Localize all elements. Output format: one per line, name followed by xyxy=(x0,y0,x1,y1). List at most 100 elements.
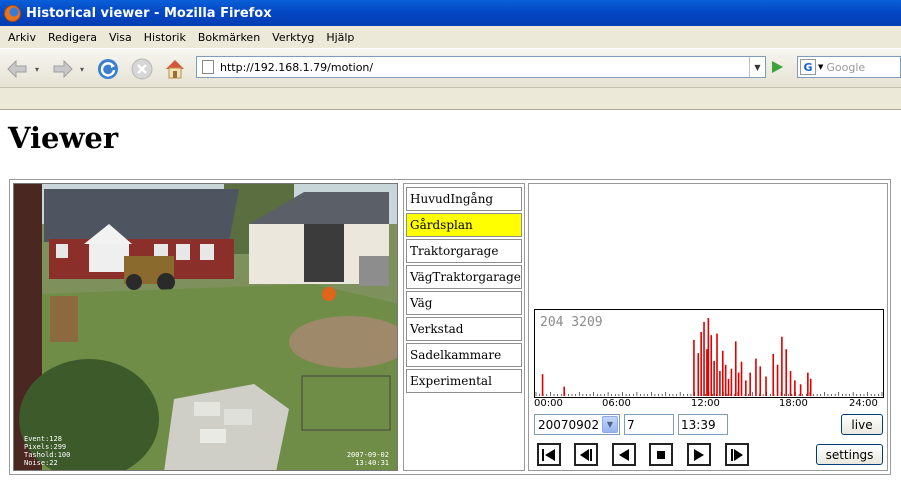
camera-item-huvudingang[interactable]: HuvudIngång xyxy=(406,187,522,211)
chart-bar xyxy=(703,321,705,396)
chart-bar xyxy=(721,350,724,396)
camera-motion-stats: Event:128 Pixels:299 Tashold:100 Noise:2… xyxy=(24,435,70,467)
chart-bar xyxy=(809,378,812,396)
camera-item-vag[interactable]: Väg xyxy=(406,291,522,315)
chart-bar xyxy=(707,318,710,396)
camera-timestamp: 2007-09-02 13:40:31 xyxy=(347,451,389,467)
url-text[interactable]: http://192.168.1.79/motion/ xyxy=(220,61,749,74)
stat-threshold: Tashold:100 xyxy=(24,451,71,459)
camera-item-sadelkammare[interactable]: Sadelkammare xyxy=(406,343,522,367)
camera-item-experimental[interactable]: Experimental xyxy=(406,369,522,393)
stat-pixels: Pixels:299 xyxy=(24,443,67,451)
farmyard-photo xyxy=(14,184,397,470)
chart-bar xyxy=(765,376,767,396)
date-select[interactable]: 20070902 ▼ xyxy=(534,414,620,435)
activity-chart[interactable]: 204 3209 xyxy=(534,309,884,398)
chart-bar xyxy=(697,353,700,396)
chart-bar xyxy=(785,349,788,396)
chart-bar xyxy=(799,384,802,396)
step-back-icon[interactable] xyxy=(574,443,598,466)
chart-bar xyxy=(759,366,762,396)
menu-redigera[interactable]: Redigera xyxy=(42,31,103,44)
camera-item-gardsplan[interactable]: Gårdsplan xyxy=(406,213,522,237)
bookmarks-toolbar xyxy=(0,88,901,110)
settings-button[interactable]: settings xyxy=(816,444,883,465)
page-content: Viewer Event:128 Pixels:299 Tashold:100 … xyxy=(0,111,901,485)
chart-bar xyxy=(719,371,721,396)
play-icon[interactable] xyxy=(687,443,711,466)
timestamp-time: 13:40:31 xyxy=(355,459,389,467)
chart-bar xyxy=(710,335,713,396)
url-history-dropdown-icon[interactable]: ▼ xyxy=(749,57,765,77)
chart-bar xyxy=(563,386,565,396)
menu-historik[interactable]: Historik xyxy=(138,31,192,44)
search-engine-google-icon[interactable]: G xyxy=(800,59,816,75)
chart-bar xyxy=(772,353,775,396)
search-box[interactable]: G ▼ Google xyxy=(797,56,901,78)
camera-snapshot[interactable]: Event:128 Pixels:299 Tashold:100 Noise:2… xyxy=(13,183,398,471)
stop-icon[interactable] xyxy=(649,443,673,466)
camera-item-vagtraktorgarage[interactable]: VägTraktorgarage xyxy=(406,265,522,289)
chart-bar xyxy=(789,371,792,396)
chart-bar xyxy=(734,341,737,396)
chart-bar xyxy=(713,360,715,396)
menu-arkiv[interactable]: Arkiv xyxy=(2,31,42,44)
chart-bar xyxy=(776,364,779,396)
page-title: Viewer xyxy=(8,121,119,155)
chart-bar xyxy=(727,378,730,396)
window-title: Historical viewer - Mozilla Firefox xyxy=(26,5,272,21)
skip-to-start-icon[interactable] xyxy=(537,443,561,466)
chart-bar xyxy=(794,380,796,396)
skip-to-end-icon[interactable] xyxy=(725,443,749,466)
timestamp-date: 2007-09-02 xyxy=(346,451,389,459)
play-reverse-icon[interactable] xyxy=(612,443,636,466)
chart-bar xyxy=(706,349,708,396)
viewer-frame: Event:128 Pixels:299 Tashold:100 Noise:2… xyxy=(9,179,891,475)
firefox-logo-icon xyxy=(4,4,21,22)
stop-icon[interactable] xyxy=(128,55,156,83)
chart-bar xyxy=(724,364,727,396)
chart-bar xyxy=(745,380,747,396)
tick-label-00: 00:00 xyxy=(534,398,563,409)
chart-title: 204 3209 xyxy=(540,315,603,330)
forward-history-dropdown-icon[interactable]: ▾ xyxy=(80,65,84,74)
stat-event: Event:128 xyxy=(24,435,62,443)
search-placeholder[interactable]: Google xyxy=(826,61,865,74)
live-button[interactable]: live xyxy=(841,414,883,435)
chart-bar xyxy=(755,358,757,396)
back-history-dropdown-icon[interactable]: ▾ xyxy=(35,65,39,74)
date-value[interactable]: 20070902 xyxy=(535,418,602,432)
menu-bokmarken[interactable]: Bokmärken xyxy=(192,31,266,44)
forward-arrow-icon[interactable] xyxy=(48,55,76,83)
menu-visa[interactable]: Visa xyxy=(103,31,138,44)
home-icon[interactable] xyxy=(161,55,189,83)
chevron-down-icon[interactable]: ▼ xyxy=(602,416,618,433)
menu-bar: Arkiv Redigera Visa Historik Bokmärken V… xyxy=(0,26,901,48)
tick-label-06: 06:00 xyxy=(602,398,631,409)
chart-bar xyxy=(693,339,695,396)
menu-hjalp[interactable]: Hjälp xyxy=(320,31,360,44)
chart-bar xyxy=(740,361,743,396)
chart-bar xyxy=(700,332,702,396)
camera-item-verkstad[interactable]: Verkstad xyxy=(406,317,522,341)
tick-label-24: 24:00 xyxy=(849,398,878,409)
menu-verktyg[interactable]: Verktyg xyxy=(266,31,320,44)
tick-label-18: 18:00 xyxy=(779,398,808,409)
chart-bar xyxy=(716,333,718,396)
go-icon[interactable] xyxy=(766,57,788,77)
timeline-panel: 204 3209 00:00 06:00 12:00 18:00 24:00 2… xyxy=(528,183,888,471)
time-input[interactable]: 13:39 xyxy=(678,414,728,435)
chart-bar xyxy=(781,336,783,396)
hour-input[interactable]: 7 xyxy=(624,414,674,435)
back-arrow-icon[interactable] xyxy=(4,55,32,83)
reload-icon[interactable] xyxy=(94,55,122,83)
tick-label-12: 12:00 xyxy=(691,398,720,409)
stat-noise: Noise:22 xyxy=(24,459,58,467)
camera-item-traktorgarage[interactable]: Traktorgarage xyxy=(406,239,522,263)
chart-bar xyxy=(541,374,544,396)
search-engine-dropdown-icon[interactable]: ▼ xyxy=(818,63,823,71)
chart-bar xyxy=(730,368,733,396)
url-bar[interactable]: http://192.168.1.79/motion/ ▼ xyxy=(196,56,766,78)
camera-list: HuvudIngång Gårdsplan Traktorgarage VägT… xyxy=(403,183,525,471)
window-titlebar: Historical viewer - Mozilla Firefox xyxy=(0,0,901,26)
